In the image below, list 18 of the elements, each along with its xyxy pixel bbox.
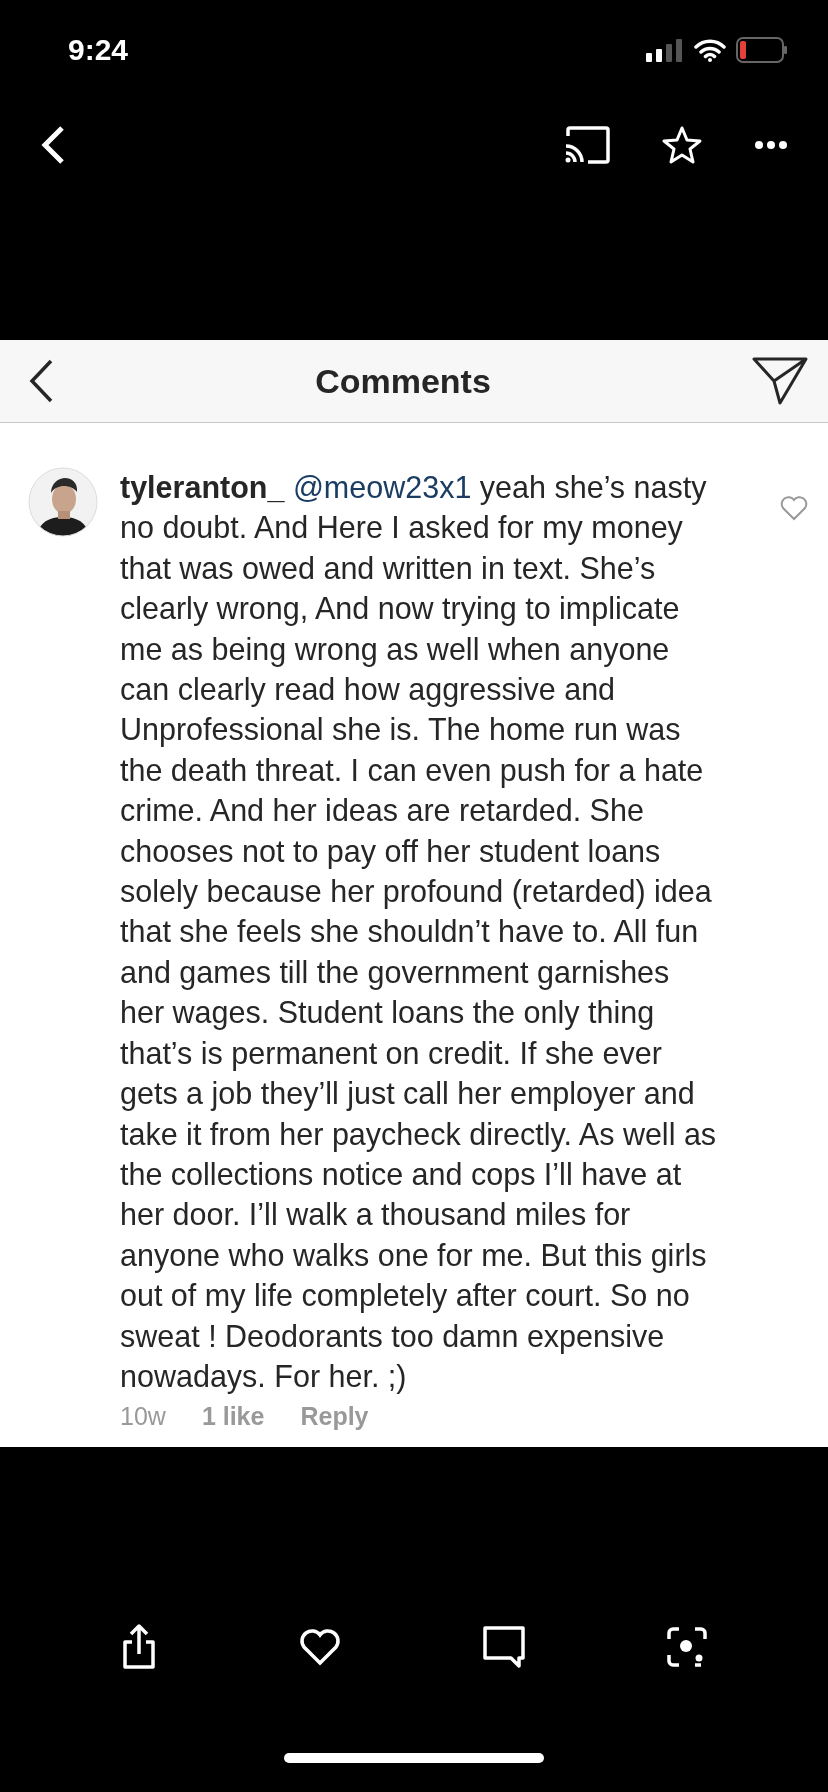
comment-text: tyleranton_ @meow23x1 yeah she’s nasty no doubt. And Here I asked for my money that was owed and written in text. She’s clearly wrong, And now trying to implicate me as being wrong as well when anyone can clearly read how aggressive and Unprofessional she is. The home run was the death threat. I can even push for a hate crime. And her ideas are retarded. She chooses not to pay off her student loans solely because her profound (retarded) idea that she feels she shouldn’t have to. All fun and games till the government garnishes her wages. Student loans the only thing that’s is permanent on credit. If she ever gets a job they’ll just call her employer and take it from her paycheck directly. As well as the collections notice and cops I’ll have at her door. I’ll walk a thousand miles for anyone who walks one for me. But this girls out of my life completely after court. So no sweat ! Deodorants too damn expensive nowadays. For her. ;) — [120, 469, 718, 1396]
back-icon[interactable] — [40, 125, 66, 165]
battery-icon — [736, 37, 788, 63]
lens-icon[interactable] — [667, 1627, 707, 1667]
username-link[interactable]: tyleranton_ — [120, 470, 285, 504]
status-time: 9:24 — [68, 33, 129, 67]
cast-icon[interactable] — [564, 126, 610, 164]
signal-icon — [646, 38, 684, 62]
star-icon[interactable] — [662, 126, 702, 164]
comment-age: 10w — [120, 1402, 166, 1432]
mention-link[interactable]: @meow23x1 — [292, 470, 472, 504]
wifi-icon — [694, 38, 726, 62]
send-icon[interactable] — [752, 356, 808, 406]
comment-icon[interactable] — [483, 1626, 525, 1668]
more-icon[interactable] — [754, 140, 788, 150]
header-title: Comments — [315, 361, 491, 401]
back-icon[interactable] — [28, 358, 54, 404]
share-icon[interactable] — [121, 1624, 157, 1670]
